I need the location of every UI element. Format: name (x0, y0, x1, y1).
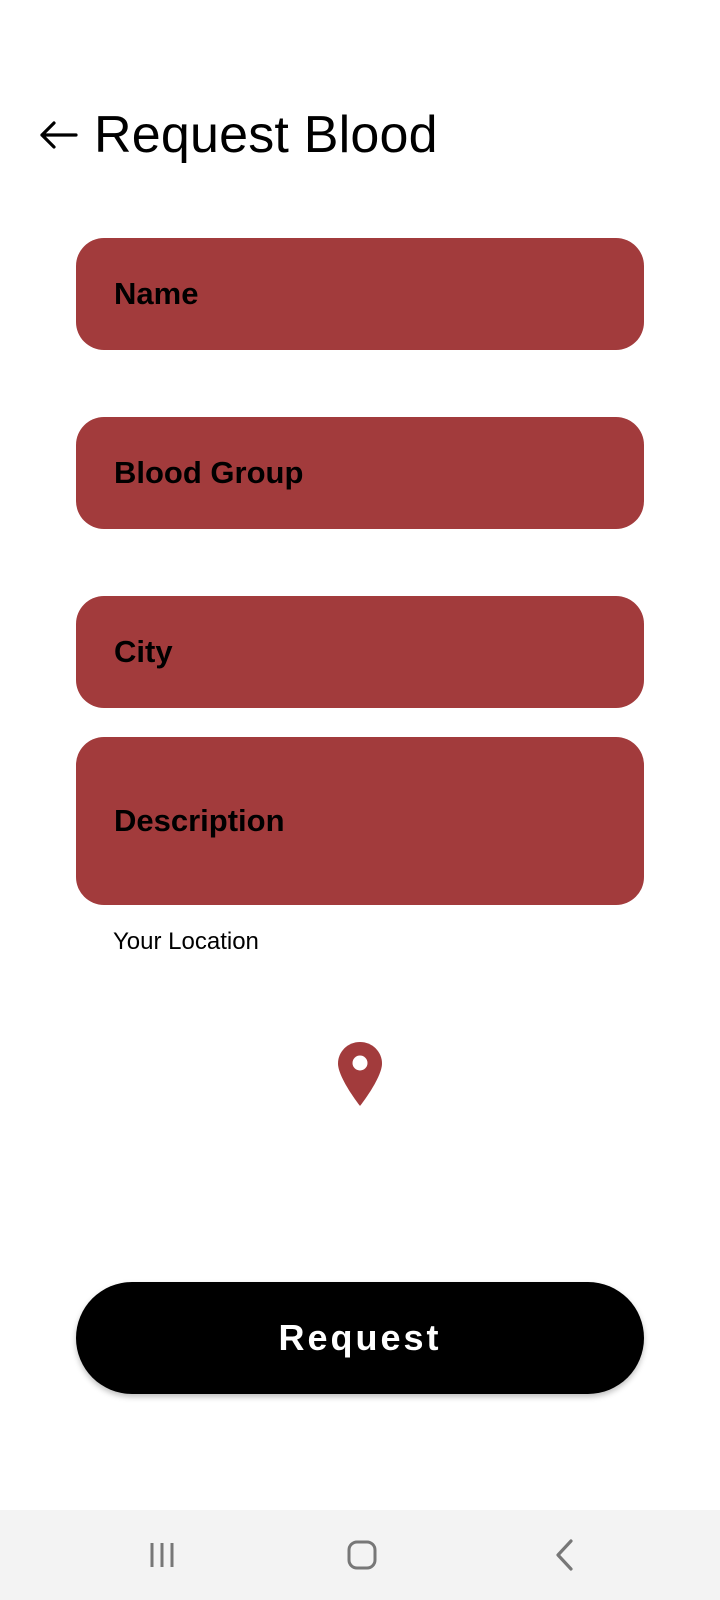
city-field[interactable]: City (76, 596, 644, 708)
name-field-placeholder: Name (114, 276, 199, 311)
recents-icon (150, 1543, 174, 1567)
back-button[interactable] (36, 113, 80, 157)
back-chevron-icon (556, 1539, 573, 1571)
page-title: Request Blood (94, 106, 438, 164)
blood-group-field-placeholder: Blood Group (114, 455, 304, 490)
system-navigation-bar (0, 1510, 720, 1600)
location-label: Your Location (113, 928, 259, 955)
location-pin-button[interactable] (338, 1042, 382, 1106)
description-field-placeholder: Description (114, 803, 285, 838)
location-pin-icon (338, 1042, 382, 1106)
system-back-button[interactable] (534, 1530, 594, 1580)
name-field[interactable]: Name (76, 238, 644, 350)
city-field-placeholder: City (114, 634, 173, 669)
description-field[interactable]: Description (76, 737, 644, 905)
home-button[interactable] (332, 1530, 392, 1580)
request-button-label: Request (278, 1317, 442, 1358)
arrow-left-icon (40, 121, 78, 149)
app-header: Request Blood (36, 100, 438, 170)
request-button[interactable]: Request (76, 1282, 644, 1394)
home-icon (347, 1540, 377, 1570)
blood-group-field[interactable]: Blood Group (76, 417, 644, 529)
recents-button[interactable] (132, 1530, 192, 1580)
